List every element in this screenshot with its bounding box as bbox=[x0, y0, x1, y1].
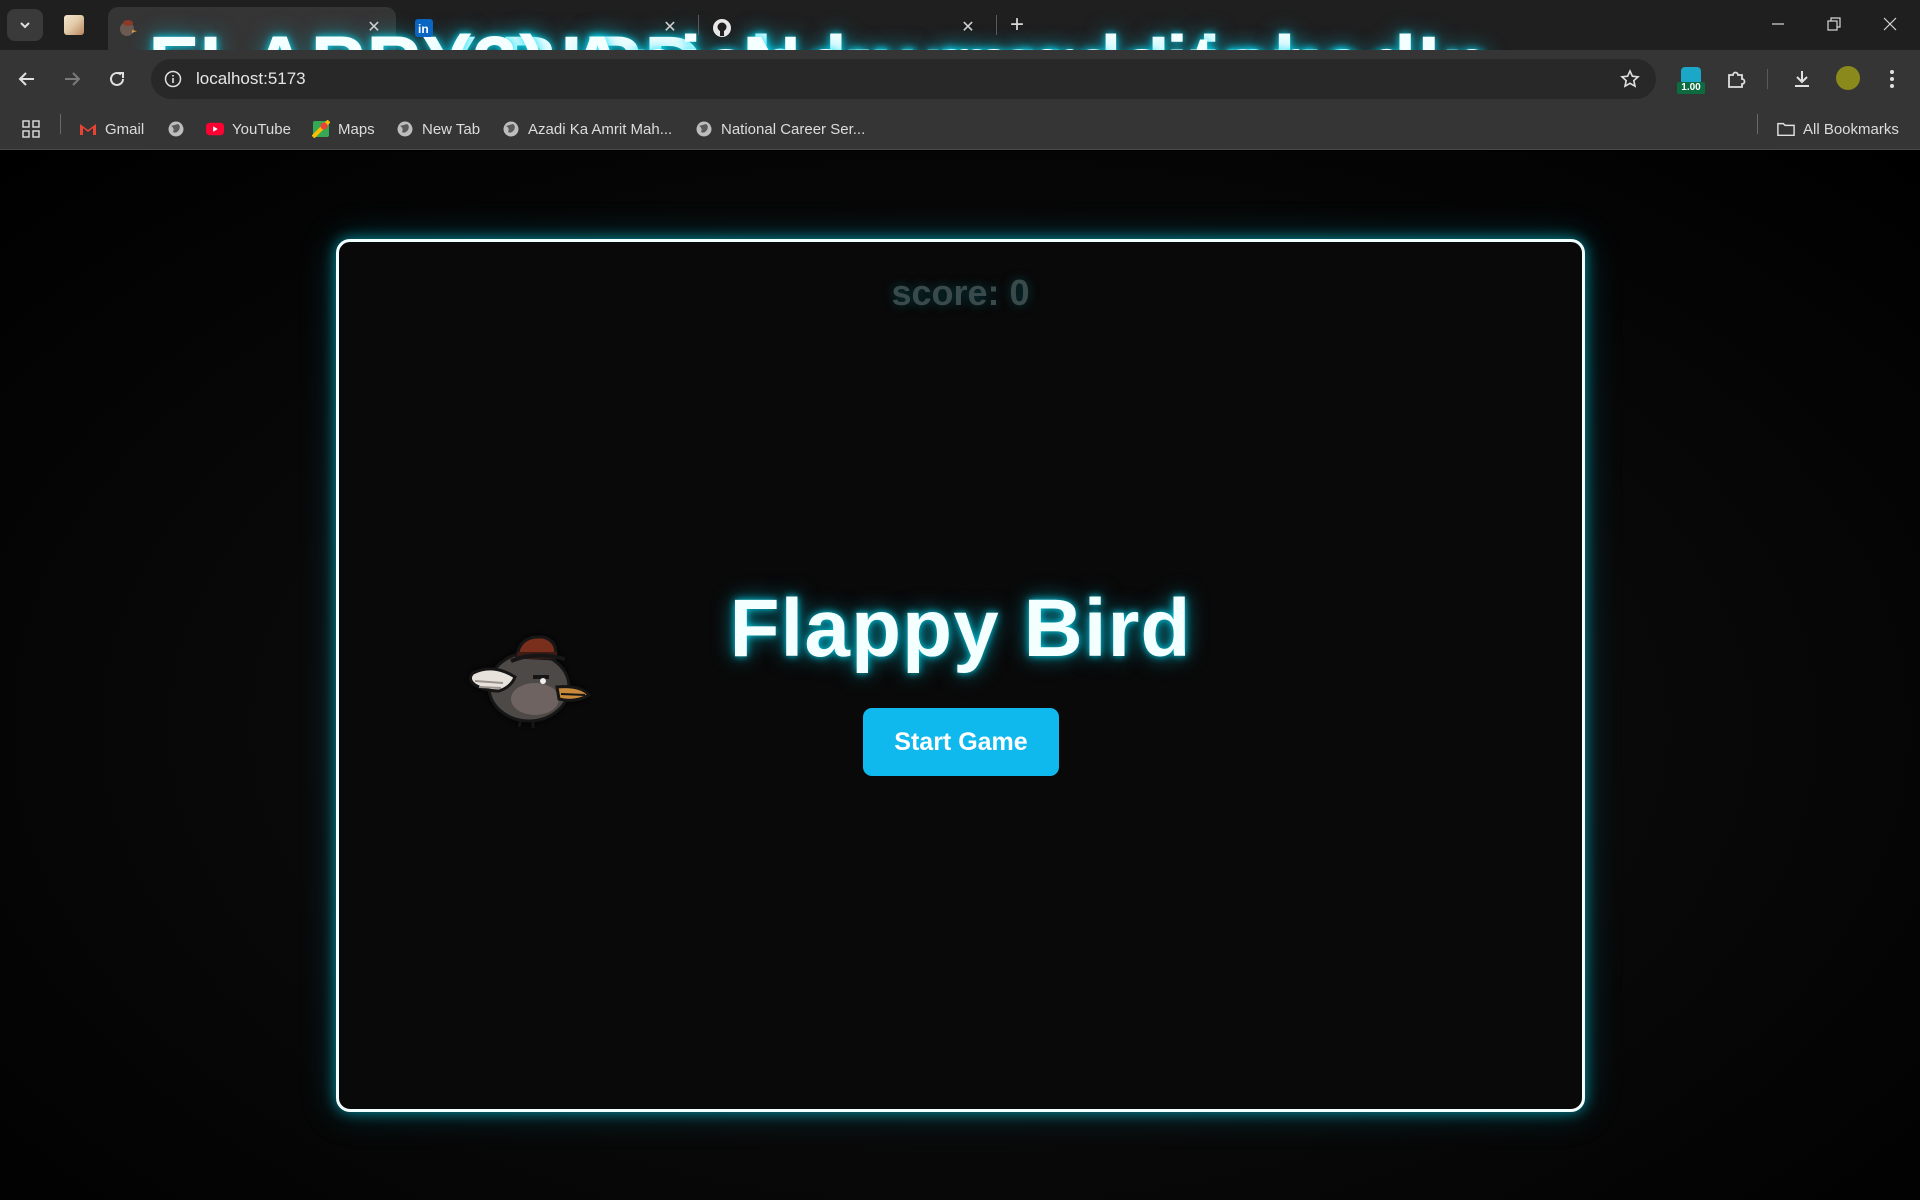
bookmark-azadi[interactable]: Azadi Ka Amrit Mah... bbox=[502, 117, 672, 141]
game-title: Flappy Bird bbox=[729, 583, 1192, 674]
tab-github[interactable]: New repository ✕ bbox=[702, 7, 1347, 111]
menu-button[interactable] bbox=[1876, 63, 1908, 95]
arrow-right-icon bbox=[65, 72, 81, 86]
url-text: localhost:5173 bbox=[196, 69, 306, 88]
globe-icon bbox=[502, 120, 520, 138]
bookmark-label: Maps bbox=[338, 120, 375, 138]
arrow-left-icon bbox=[18, 72, 34, 86]
extension-cup-icon bbox=[1681, 67, 1701, 83]
site-info-icon[interactable] bbox=[161, 67, 185, 91]
tab-separator bbox=[698, 15, 699, 35]
bookmark-gmail[interactable]: Gmail bbox=[79, 117, 144, 141]
bookmark-label: Gmail bbox=[105, 120, 145, 138]
github-icon bbox=[713, 19, 731, 37]
start-game-button[interactable]: Start Game bbox=[863, 708, 1059, 776]
bookmark-label: New Tab bbox=[422, 120, 481, 138]
pinned-tab-favicon-icon bbox=[64, 15, 84, 35]
page-content: score: 0 Flappy Bird Start Game bbox=[0, 151, 1920, 1200]
bookmarks-bar: Gmail YouTube Maps New Tab Azadi Ka Amri… bbox=[0, 108, 1920, 150]
bookmarks-separator bbox=[1757, 114, 1758, 134]
gmail-icon bbox=[79, 120, 97, 138]
close-tab-icon[interactable]: ✕ bbox=[958, 17, 978, 37]
back-button[interactable] bbox=[11, 63, 43, 95]
browser-toolbar: localhost:5173 1.00 bbox=[0, 50, 1920, 108]
tab-linkedin[interactable]: in (3) Anish kumar | LinkedIn ✕ bbox=[404, 7, 1491, 111]
chevron-down-icon bbox=[20, 22, 30, 29]
youtube-icon bbox=[206, 120, 224, 138]
svg-text:in: in bbox=[418, 22, 429, 36]
globe-icon bbox=[167, 120, 185, 138]
bookmark-label: Azadi Ka Amrit Mah... bbox=[528, 120, 673, 138]
restore-icon bbox=[1827, 17, 1841, 31]
downloads-button[interactable] bbox=[1786, 63, 1818, 95]
maps-icon bbox=[312, 120, 330, 138]
bird-favicon-icon bbox=[120, 20, 137, 36]
tab-separator bbox=[996, 15, 997, 35]
bookmarks-separator bbox=[60, 114, 61, 134]
close-tab-icon[interactable]: ✕ bbox=[660, 17, 680, 37]
close-window-button[interactable] bbox=[1862, 0, 1918, 48]
tab-search-button[interactable] bbox=[7, 9, 43, 41]
profile-avatar[interactable] bbox=[1836, 66, 1860, 90]
folder-icon bbox=[1777, 120, 1795, 138]
bookmark-label: All Bookmarks bbox=[1803, 120, 1899, 138]
score-display: score: 0 bbox=[891, 272, 1030, 313]
bookmark-maps[interactable]: Maps bbox=[312, 117, 375, 141]
toolbar-separator bbox=[1767, 69, 1768, 89]
linkedin-icon: in bbox=[415, 19, 433, 37]
minimize-icon bbox=[1772, 23, 1784, 25]
kebab-menu-icon bbox=[1890, 70, 1894, 88]
game-board[interactable]: score: 0 Flappy Bird Start Game bbox=[336, 239, 1585, 1112]
restore-button[interactable] bbox=[1806, 0, 1862, 48]
bookmark-label: YouTube bbox=[232, 120, 291, 138]
bookmark-label: National Career Ser... bbox=[721, 120, 866, 138]
apps-grid-icon bbox=[22, 120, 40, 138]
extensions-button[interactable] bbox=[1720, 63, 1752, 95]
forward-button[interactable] bbox=[56, 63, 88, 95]
reload-button[interactable] bbox=[101, 63, 133, 95]
minimize-button[interactable] bbox=[1750, 0, 1806, 48]
bookmark-globe[interactable] bbox=[167, 117, 193, 141]
all-bookmarks-button[interactable]: All Bookmarks bbox=[1777, 117, 1899, 141]
globe-icon bbox=[695, 120, 713, 138]
bookmark-new-tab[interactable]: New Tab bbox=[396, 117, 480, 141]
bookmark-youtube[interactable]: YouTube bbox=[206, 117, 291, 141]
download-icon bbox=[1795, 71, 1809, 87]
reload-icon bbox=[110, 71, 124, 86]
extension-badge-value: 1.00 bbox=[1677, 82, 1705, 94]
apps-button[interactable] bbox=[22, 117, 40, 141]
pinned-tab[interactable] bbox=[56, 9, 92, 41]
close-tab-icon[interactable]: ✕ bbox=[364, 17, 384, 37]
extension-counter-icon[interactable]: 1.00 bbox=[1677, 65, 1705, 95]
new-tab-button[interactable]: + bbox=[1003, 11, 1031, 39]
bookmark-star-icon[interactable] bbox=[1618, 67, 1642, 91]
bookmark-ncs[interactable]: National Career Ser... bbox=[695, 117, 865, 141]
close-icon bbox=[1883, 17, 1897, 31]
tab-bar: FLAPPY BIRD ✕ in (3) Anish kumar | Linke… bbox=[0, 0, 1920, 111]
globe-icon bbox=[396, 120, 414, 138]
puzzle-icon bbox=[1728, 71, 1746, 88]
tab-flappy-bird[interactable]: FLAPPY BIRD ✕ bbox=[108, 7, 703, 111]
address-bar[interactable]: localhost:5173 bbox=[151, 59, 1656, 99]
